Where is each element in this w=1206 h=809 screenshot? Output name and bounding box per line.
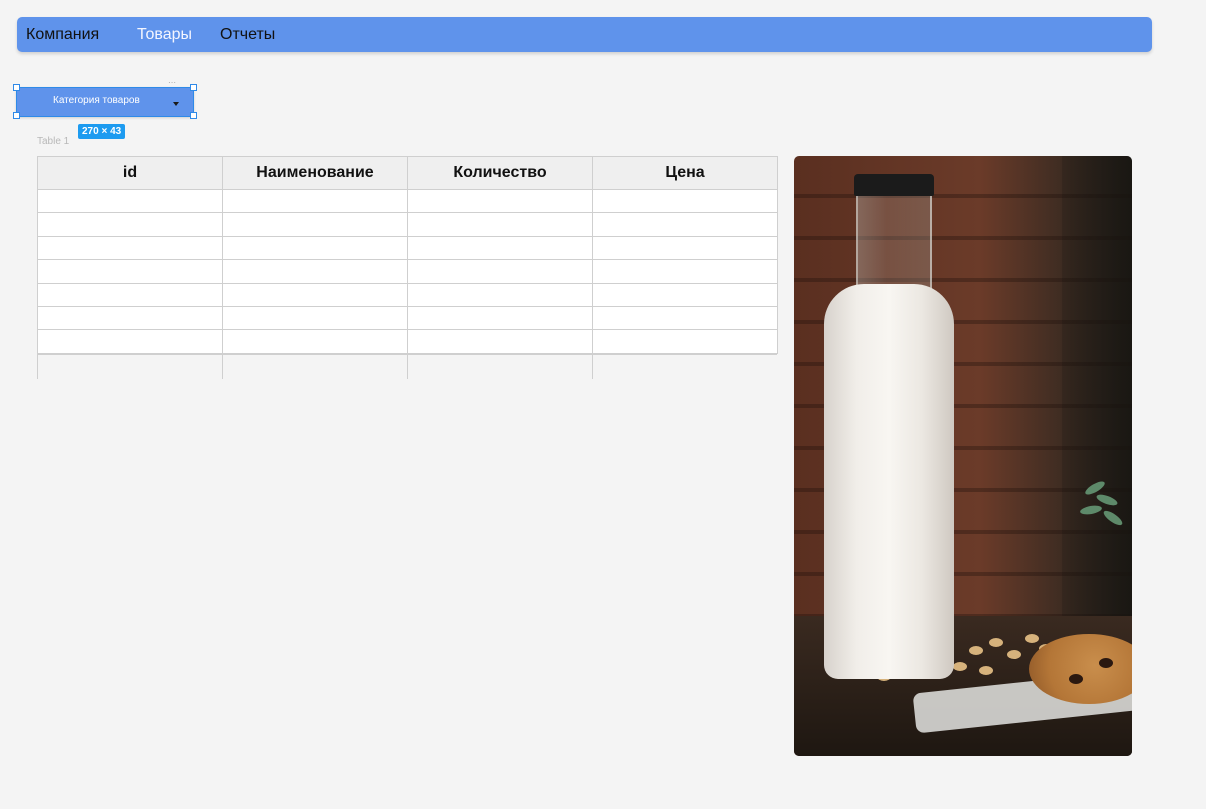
nav-item-products[interactable]: Товары — [137, 25, 192, 44]
table-caption: Table 1 — [37, 136, 70, 147]
table-cell[interactable] — [407, 212, 593, 237]
table-header-row: id Наименование Количество Цена — [37, 156, 778, 190]
table-cell[interactable] — [222, 235, 408, 261]
top-navbar: Компания Товары Отчеты — [17, 17, 1152, 52]
table-partial-row — [37, 353, 777, 379]
table-cell[interactable] — [592, 305, 778, 331]
table-cell[interactable] — [592, 282, 778, 307]
bottle-cap — [854, 174, 934, 196]
table-row[interactable] — [37, 212, 778, 237]
table-row[interactable] — [37, 188, 778, 214]
table-cell[interactable] — [37, 212, 223, 237]
table-cell[interactable] — [592, 329, 778, 354]
table-cell[interactable] — [222, 212, 408, 237]
column-header-price[interactable]: Цена — [592, 156, 778, 190]
table-cell[interactable] — [222, 329, 408, 354]
table-cell[interactable] — [37, 188, 223, 214]
table-cell[interactable] — [407, 188, 593, 214]
table-cell[interactable] — [37, 329, 223, 354]
resize-handle-top-right[interactable] — [190, 84, 197, 91]
plant-icon — [1076, 474, 1132, 534]
table-row[interactable] — [37, 305, 778, 331]
table-row[interactable] — [37, 282, 778, 307]
table-cell[interactable] — [592, 235, 778, 261]
table-row[interactable] — [37, 329, 778, 354]
column-divider — [222, 355, 223, 379]
table-cell[interactable] — [222, 188, 408, 214]
table-cell[interactable] — [592, 188, 778, 214]
table-cell[interactable] — [222, 282, 408, 307]
column-header-quantity[interactable]: Количество — [407, 156, 593, 190]
table-cell[interactable] — [222, 259, 408, 284]
caret-down-icon[interactable] — [173, 102, 179, 106]
table-cell[interactable] — [222, 305, 408, 331]
column-divider — [37, 355, 38, 379]
nav-item-company[interactable]: Компания — [26, 25, 99, 44]
bottle-neck — [856, 194, 932, 289]
milk-bottle-photo — [794, 156, 1132, 756]
resize-handle-top-left[interactable] — [13, 84, 20, 91]
table-cell[interactable] — [37, 235, 223, 261]
column-header-id[interactable]: id — [37, 156, 223, 190]
resize-handle-bottom-left[interactable] — [13, 112, 20, 119]
category-dropdown[interactable]: Категория товаров — [16, 87, 194, 117]
column-header-name[interactable]: Наименование — [222, 156, 408, 190]
table-cell[interactable] — [37, 282, 223, 307]
table-cell[interactable] — [407, 305, 593, 331]
table-cell[interactable] — [37, 305, 223, 331]
table-cell[interactable] — [407, 259, 593, 284]
products-table: id Наименование Количество Цена — [37, 156, 778, 354]
table-cell[interactable] — [407, 282, 593, 307]
table-cell[interactable] — [407, 235, 593, 261]
column-divider — [407, 355, 408, 379]
size-badge: 270 × 43 — [78, 124, 126, 139]
nav-item-reports[interactable]: Отчеты — [220, 25, 275, 44]
drag-handle-icon[interactable]: ⋯ — [168, 79, 176, 87]
table-row[interactable] — [37, 259, 778, 284]
category-dropdown-label: Категория товаров — [53, 95, 140, 106]
milk-bottle — [824, 174, 954, 679]
table-cell[interactable] — [37, 259, 223, 284]
resize-handle-bottom-right[interactable] — [190, 112, 197, 119]
column-divider — [592, 355, 593, 379]
table-cell[interactable] — [592, 212, 778, 237]
bottle-milk — [824, 284, 954, 679]
table-row[interactable] — [37, 235, 778, 261]
table-cell[interactable] — [407, 329, 593, 354]
table-cell[interactable] — [592, 259, 778, 284]
